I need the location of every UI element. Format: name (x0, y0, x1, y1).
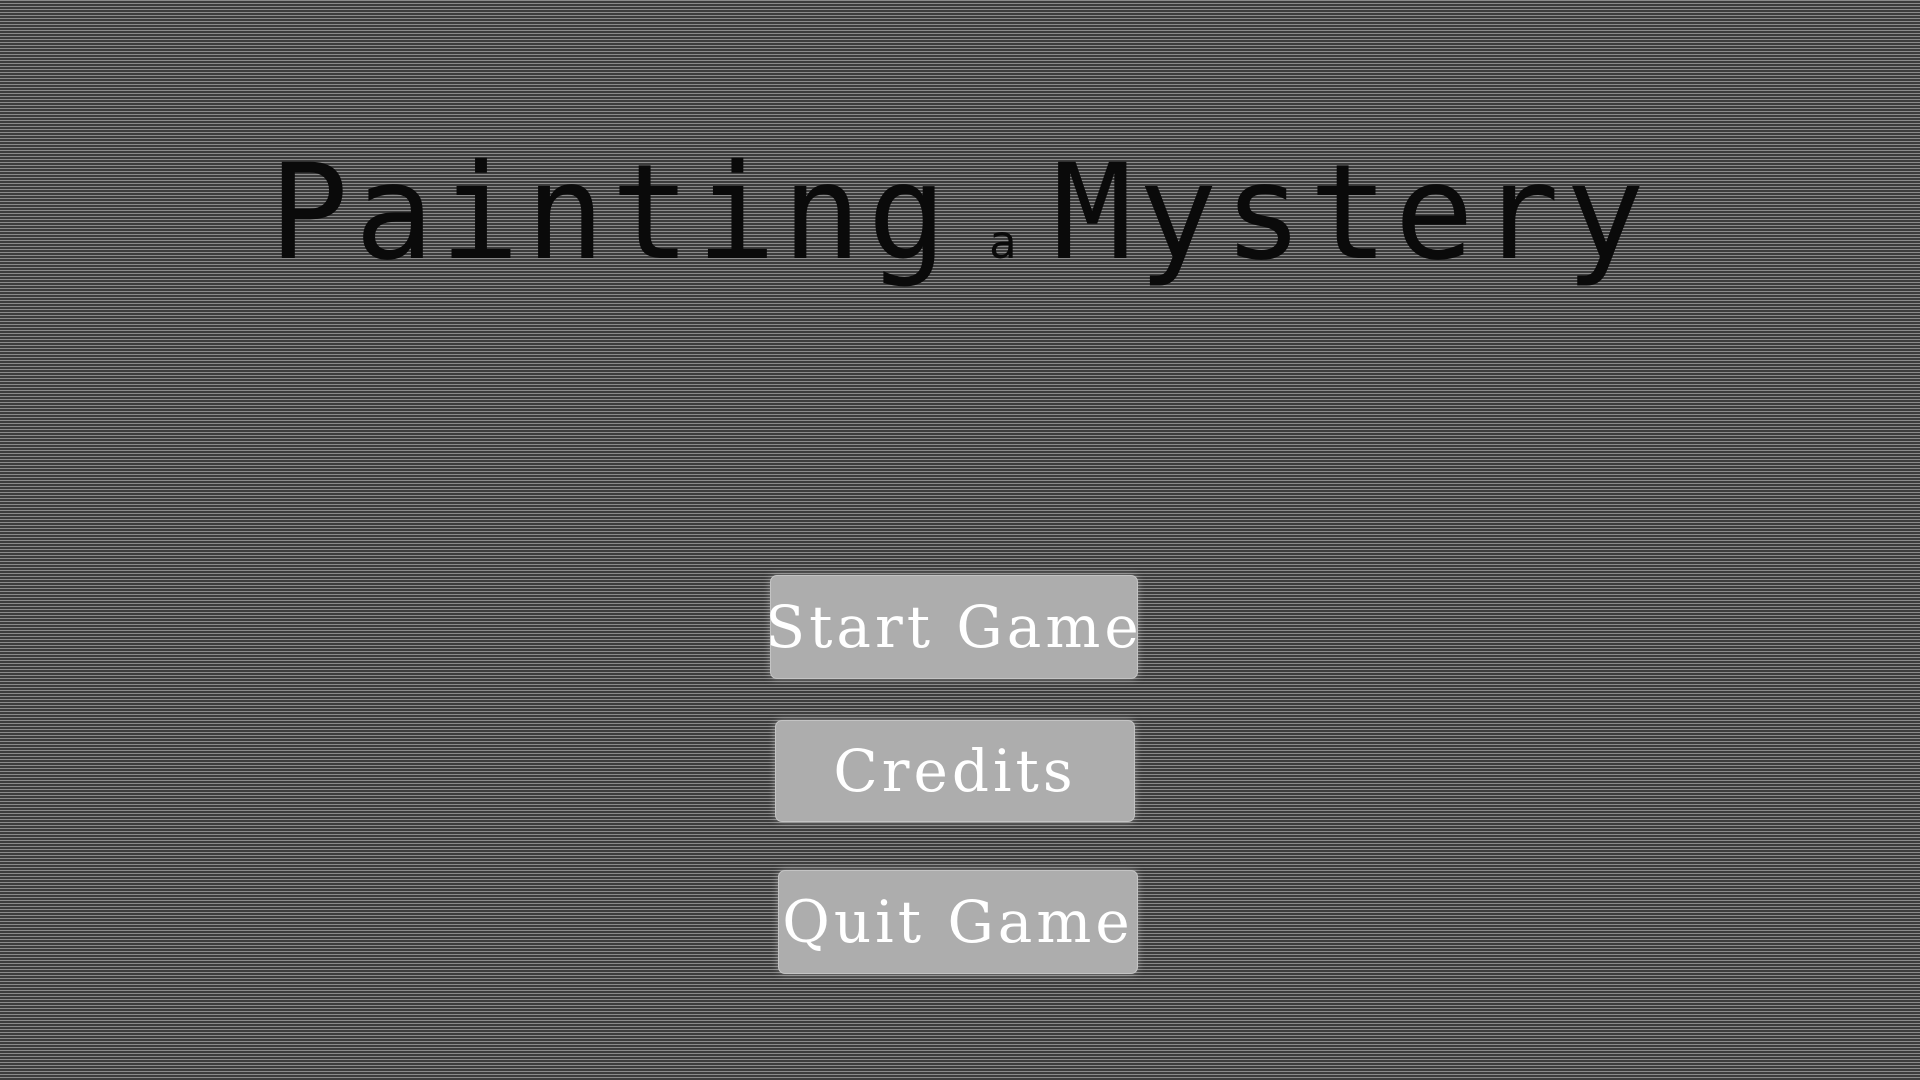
quit-game-label: Quit Game (782, 888, 1134, 956)
title-connector: a (988, 215, 1017, 269)
title-word-mystery: Mystery (1052, 136, 1651, 290)
title-word-painting: Painting (269, 136, 953, 290)
start-game-label: Start Game (765, 593, 1143, 661)
start-game-button[interactable]: Start Game (765, 575, 1139, 679)
quit-game-button[interactable]: Quit Game (778, 870, 1138, 974)
credits-label: Credits (833, 737, 1077, 805)
game-title: Painting a Mystery (0, 138, 1920, 317)
credits-button[interactable]: Credits (775, 720, 1135, 822)
